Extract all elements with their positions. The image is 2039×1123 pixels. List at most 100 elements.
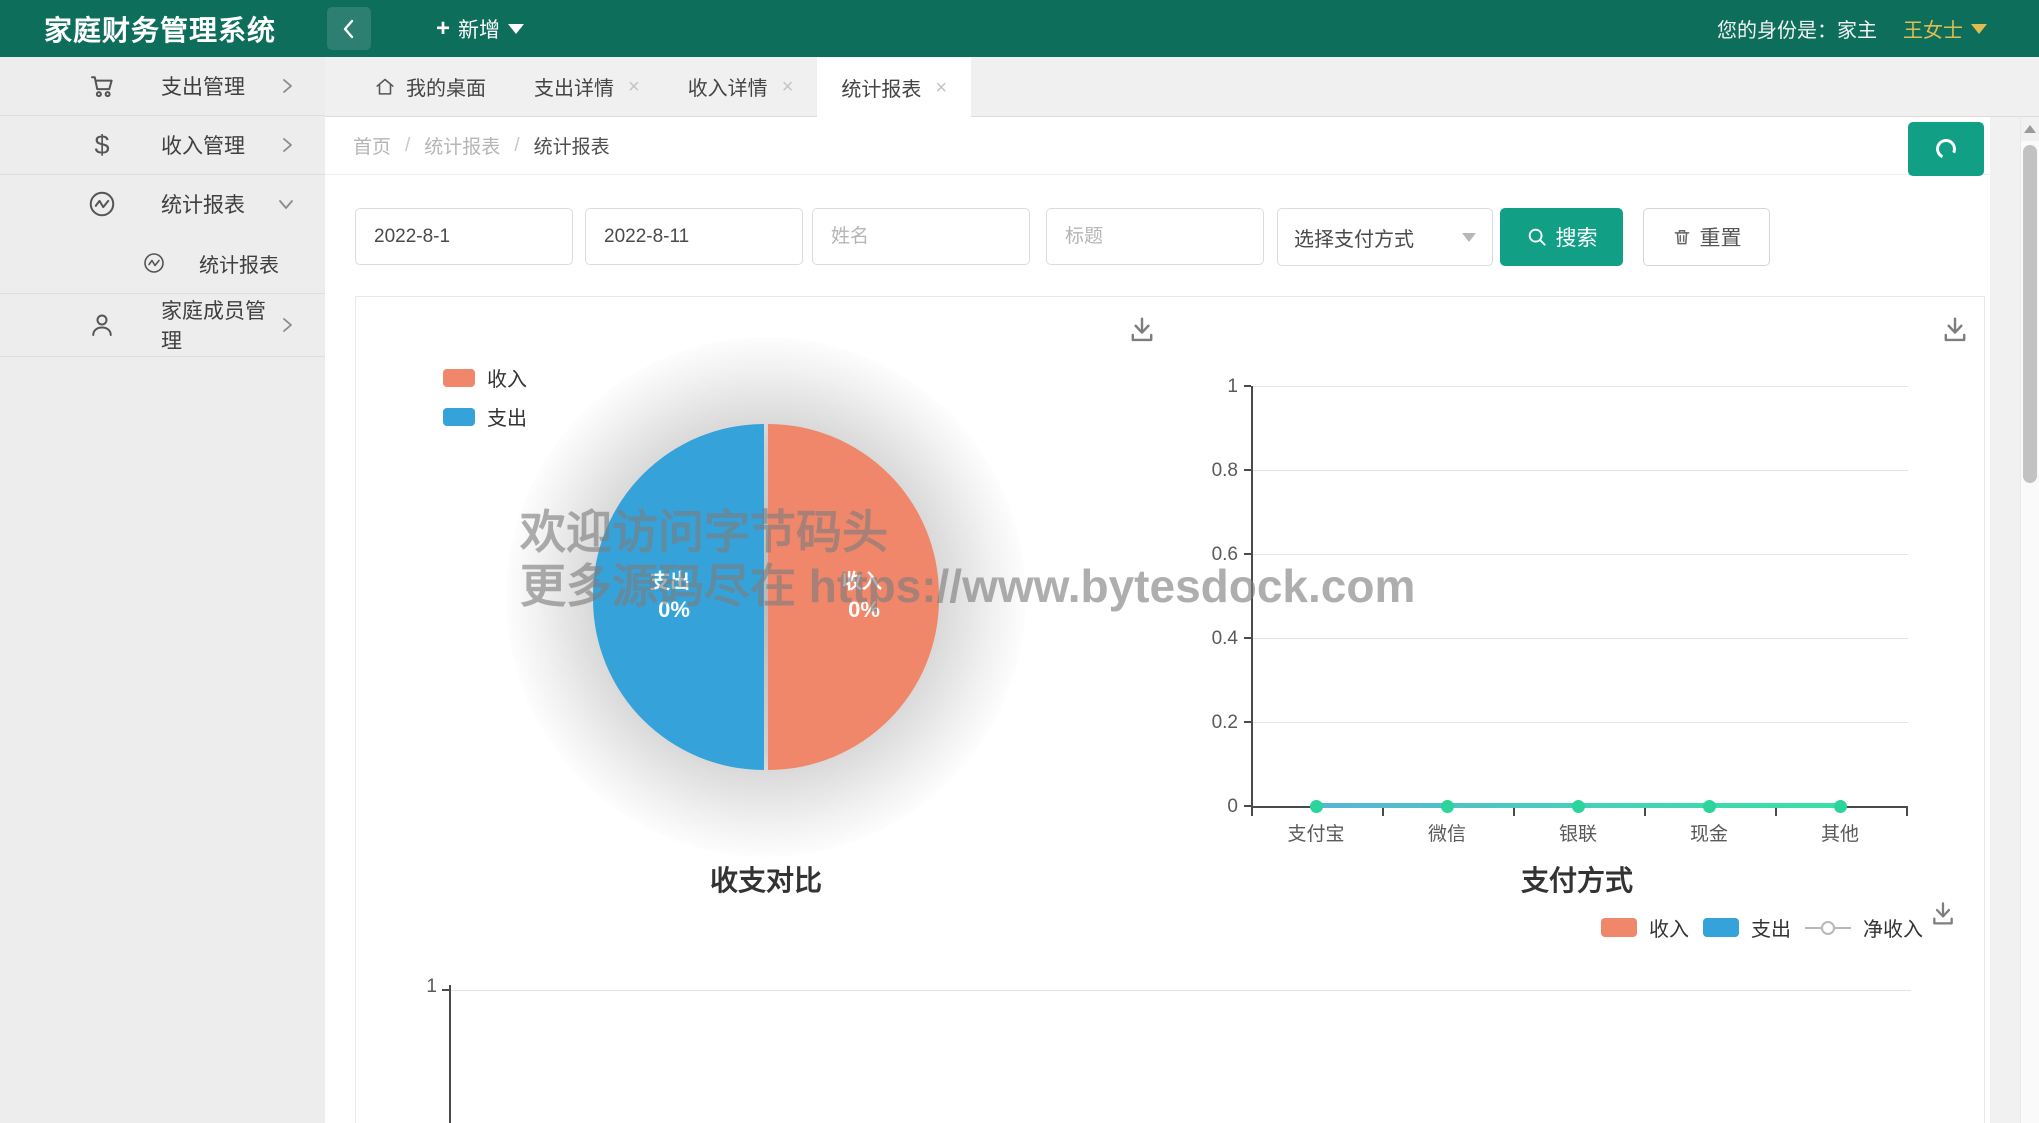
breadcrumb-current: 统计报表 — [533, 137, 610, 158]
tab-label: 收入详情 — [687, 78, 768, 100]
data-point[interactable] — [1834, 800, 1847, 813]
tab-label: 我的桌面 — [406, 78, 486, 100]
chevron-right-icon — [279, 77, 295, 95]
end-date-input[interactable] — [585, 208, 803, 265]
x-axis-label: 支付宝 — [1287, 824, 1345, 845]
legend-item-income[interactable]: 收入 — [1601, 913, 1689, 942]
sidebar-item-family-members[interactable]: 家庭成员管理 — [0, 294, 325, 356]
breadcrumb-home[interactable]: 首页 — [353, 132, 391, 159]
y-tick-mark — [442, 989, 449, 991]
page-gutter — [1990, 117, 2020, 1123]
pie-legend: 收入 支出 — [443, 363, 527, 431]
data-point[interactable] — [1441, 800, 1454, 813]
download-icon[interactable] — [1936, 311, 1974, 349]
x-axis-label: 现金 — [1689, 824, 1728, 845]
caret-down-icon — [508, 23, 525, 34]
legend-item-expense[interactable]: 支出 — [443, 402, 527, 431]
download-icon[interactable] — [1926, 897, 1960, 931]
y-tick-mark — [1244, 721, 1251, 723]
y-axis-tick: 0.8 — [1211, 460, 1238, 481]
gridline — [451, 990, 1911, 991]
tab-expense-detail[interactable]: 支出详情 × — [510, 57, 664, 116]
pie-slice-label: 收入 — [842, 571, 882, 593]
data-point[interactable] — [1572, 800, 1585, 813]
refresh-button[interactable] — [1908, 122, 1984, 176]
x-tick-mark — [1251, 808, 1253, 816]
legend-item-net-income[interactable]: 净收入 — [1805, 913, 1923, 942]
user-menu[interactable]: 王女士 — [1903, 14, 1987, 43]
tab-my-desktop[interactable]: 我的桌面 — [350, 57, 510, 116]
pay-method-placeholder: 选择支付方式 — [1294, 228, 1414, 251]
start-date-input[interactable] — [355, 208, 573, 265]
scrollbar-thumb[interactable] — [2023, 145, 2037, 483]
bottom-chart-legend: 收入 支出 净收入 — [1601, 913, 1923, 942]
legend-label: 收入 — [487, 369, 527, 391]
sidebar-collapse-button[interactable] — [327, 7, 371, 50]
breadcrumb: 首页 / 统计报表 / 统计报表 — [325, 117, 1990, 175]
y-tick-mark — [1244, 637, 1251, 639]
x-axis-label: 其他 — [1820, 824, 1859, 845]
legend-item-income[interactable]: 收入 — [443, 363, 527, 392]
line-chart-title: 支付方式 — [1520, 865, 1633, 896]
chevron-left-icon — [340, 18, 358, 40]
tab-income-detail[interactable]: 收入详情 × — [664, 57, 818, 116]
cart-icon — [85, 69, 119, 103]
legend-item-expense[interactable]: 支出 — [1703, 913, 1791, 942]
user-name: 王女士 — [1903, 20, 1963, 42]
dollar-icon: $ — [94, 129, 110, 160]
chart-pulse-icon — [85, 187, 119, 221]
plus-icon: + — [436, 14, 451, 42]
header-right: 您的身份是：家主 王女士 — [1717, 0, 1987, 57]
chevron-down-icon — [277, 196, 295, 212]
y-axis-tick: 1 — [1227, 376, 1238, 397]
pay-method-select[interactable]: 选择支付方式 — [1277, 208, 1493, 266]
pie-slice-percent: 0% — [848, 597, 880, 622]
sidebar-subitem-reports[interactable]: 统计报表 — [0, 233, 325, 293]
sidebar: 支出管理 $ 收入管理 统计报表 统计报表 家庭成员管理 — [0, 57, 325, 1123]
scrollbar[interactable] — [2020, 117, 2039, 1123]
title-input[interactable] — [1046, 208, 1264, 265]
user-icon — [85, 308, 119, 342]
reset-label: 重置 — [1699, 227, 1742, 250]
y-tick-mark — [1244, 469, 1251, 471]
x-axis-label: 银联 — [1558, 824, 1597, 845]
sidebar-item-reports[interactable]: 统计报表 — [0, 175, 325, 233]
app-title: 家庭财务管理系统 — [44, 14, 277, 46]
charts-card: 收入 支出 支出 0% 收入 0% 收支对比 1 0.8 0.6 0.4 0.2… — [355, 296, 1985, 1123]
name-input[interactable] — [812, 208, 1030, 265]
pie-shadow-glow — [506, 337, 1026, 857]
y-tick-mark — [1244, 553, 1251, 555]
gridline — [1251, 554, 1908, 555]
y-tick-mark — [1244, 385, 1251, 387]
refresh-icon — [1933, 136, 1959, 162]
x-tick-mark — [1382, 808, 1384, 816]
trash-icon — [1672, 227, 1692, 247]
scrollbar-up-button[interactable] — [2021, 117, 2039, 141]
line-circle-marker-icon — [1805, 920, 1851, 935]
triangle-up-icon — [2024, 125, 2036, 133]
legend-label: 支出 — [487, 408, 527, 430]
reset-button[interactable]: 重置 — [1643, 208, 1770, 266]
caret-down-icon — [1971, 23, 1987, 34]
data-point[interactable] — [1703, 800, 1716, 813]
search-button[interactable]: 搜索 — [1500, 208, 1623, 266]
breadcrumb-reports[interactable]: 统计报表 — [424, 132, 500, 159]
close-icon[interactable]: × — [782, 77, 794, 97]
tab-reports[interactable]: 统计报表 × — [817, 57, 972, 118]
legend-swatch-blue — [1703, 918, 1739, 937]
download-icon[interactable] — [1123, 311, 1161, 349]
pie-chart-title: 收支对比 — [709, 865, 822, 896]
y-axis-tick: 0 — [1227, 796, 1238, 817]
pie-slice-percent: 0% — [658, 597, 690, 622]
y-axis-tick: 0.4 — [1211, 628, 1238, 649]
close-icon[interactable]: × — [628, 77, 640, 97]
sidebar-item-expense[interactable]: 支出管理 — [0, 57, 325, 115]
identity-label: 您的身份是：家主 — [1717, 20, 1877, 42]
close-icon[interactable]: × — [935, 78, 947, 98]
sidebar-item-income[interactable]: $ 收入管理 — [0, 116, 325, 174]
chevron-right-icon — [279, 136, 295, 154]
x-tick-mark — [1644, 808, 1646, 816]
sidebar-item-label: 收入管理 — [161, 135, 245, 158]
add-new-dropdown[interactable]: + 新增 — [436, 0, 525, 57]
data-point[interactable] — [1310, 800, 1323, 813]
